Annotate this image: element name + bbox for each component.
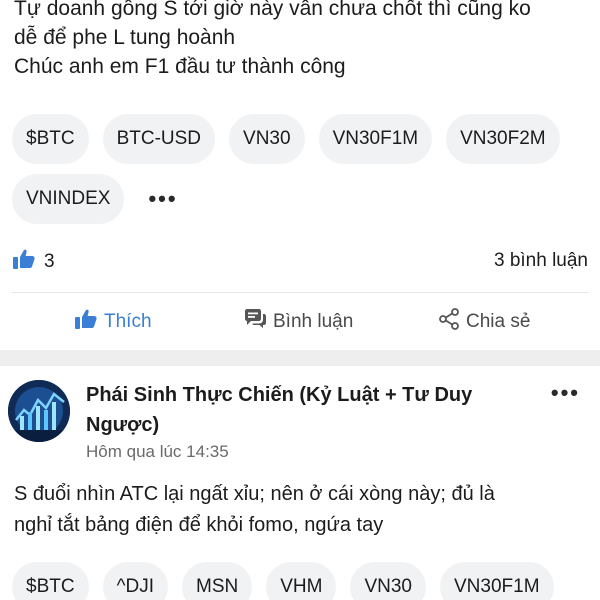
like-button[interactable]: Thích — [74, 308, 152, 336]
post-timestamp: Hôm qua lúc 14:35 — [86, 442, 229, 461]
comment-button[interactable]: Bình luận — [243, 308, 353, 336]
tag-chip[interactable]: VN30 — [229, 114, 305, 164]
comment-count[interactable]: 3 bình luận — [494, 250, 588, 272]
share-button[interactable]: Chia sẻ — [438, 308, 530, 336]
post1-line-1: Tự doanh gồng S tới giờ này vẫn chưa chố… — [14, 0, 531, 20]
like-button-label: Thích — [104, 311, 152, 332]
thumbs-up-icon — [74, 308, 98, 336]
thumbs-up-icon — [12, 248, 36, 276]
post1-action-bar: Thích Bình luận Chia sẻ — [0, 302, 600, 342]
tag-chip[interactable]: VN30F1M — [440, 562, 554, 600]
tag-chip[interactable]: BTC-USD — [102, 114, 216, 164]
post1-stats: 3 3 bình luận — [12, 248, 588, 278]
author-name[interactable]: Phái Sinh Thực Chiến (Kỷ Luật + Tư Duy N… — [86, 380, 516, 440]
post1-tag-list: $BTC BTC-USD VN30 VN30F1M VN30F2M VNINDE… — [12, 114, 592, 224]
post-separator — [0, 350, 600, 366]
tag-chip[interactable]: $BTC — [12, 114, 89, 164]
like-summary[interactable]: 3 — [12, 248, 55, 276]
post2-line-2: nghỉ tắt bảng điện để khỏi fomo, ngứa ta… — [14, 514, 384, 536]
post2-content: S đuổi nhìn ATC lại ngất xỉu; nên ở cái … — [14, 479, 594, 541]
comment-icon — [243, 308, 267, 336]
post2-tag-list: $BTC ^DJI MSN VHM VN30 VN30F1M — [12, 562, 592, 600]
divider — [12, 292, 588, 293]
tag-chip[interactable]: $BTC — [12, 562, 89, 600]
more-options-button[interactable]: ••• — [551, 380, 580, 406]
tag-chip[interactable]: VN30 — [350, 562, 426, 600]
tag-chip[interactable]: VN30F2M — [446, 114, 560, 164]
tag-chip[interactable]: VNINDEX — [12, 174, 125, 224]
tag-chip[interactable]: ^DJI — [102, 562, 168, 600]
avatar[interactable] — [8, 380, 70, 442]
share-button-label: Chia sẻ — [466, 311, 531, 332]
post2-line-1: S đuổi nhìn ATC lại ngất xỉu; nên ở cái … — [14, 483, 495, 505]
share-icon — [438, 308, 460, 336]
tag-chip[interactable]: MSN — [182, 562, 253, 600]
post1-line-3: Chúc anh em F1 đầu tư thành công — [14, 55, 346, 78]
post1-content: Tự doanh gồng S tới giờ này vẫn chưa chố… — [14, 0, 594, 81]
tag-chip[interactable]: VN30F1M — [318, 114, 433, 164]
feed: Tự doanh gồng S tới giờ này vẫn chưa chố… — [0, 0, 600, 600]
post1-line-2: dễ để phe L tung hoành — [14, 26, 236, 49]
comment-button-label: Bình luận — [273, 311, 354, 332]
tag-chip[interactable]: VHM — [266, 562, 337, 600]
like-count: 3 — [44, 251, 55, 272]
more-tags-button[interactable]: ••• — [138, 174, 187, 224]
